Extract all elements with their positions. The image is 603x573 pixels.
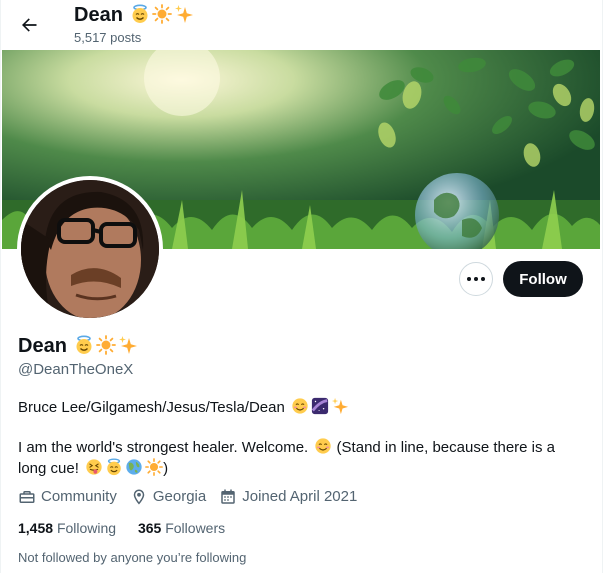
follow-stats: 1,458 Following 365 Followers (18, 519, 243, 537)
followers-count: 365 (137, 520, 162, 536)
sun-emoji (145, 458, 163, 476)
follow-button[interactable]: Follow (503, 261, 583, 297)
location-text: Georgia (152, 488, 207, 505)
bio-line-1: Bruce Lee/Gilgamesh/Jesus/Tesla/Dean (18, 397, 349, 418)
more-horizontal-icon (467, 277, 471, 281)
briefcase-icon (19, 491, 35, 503)
more-options-button[interactable] (459, 262, 493, 296)
profile-meta: Community Georgia Joined April 2021 (18, 487, 370, 507)
bio-text-2: I am the world's strongest healer. Welco… (18, 439, 309, 456)
header-name: Dean (74, 4, 123, 26)
bio-text-1: Bruce Lee/Gilgamesh/Jesus/Tesla/Dean (18, 399, 285, 416)
more-dot (474, 277, 478, 281)
smiling-emoji (292, 398, 308, 414)
category-text[interactable]: Community (41, 487, 117, 507)
joined-text: Joined April 2021 (242, 488, 358, 505)
avatar-image (21, 180, 159, 318)
following-count: 1,458 (18, 520, 54, 536)
profile-handle: @DeanTheOneX (18, 361, 134, 378)
halo-smile-emoji (132, 4, 148, 23)
bio-line-2: I am the world's strongest healer. Welco… (18, 437, 586, 479)
sun-emoji (96, 335, 117, 355)
followers-label: Followers (165, 520, 226, 536)
sun-emoji (152, 4, 173, 24)
back-button[interactable] (12, 8, 46, 42)
bio-text-2c: ) (163, 460, 169, 477)
header-title: Dean (74, 3, 194, 27)
not-followed-notice: Not followed by anyone you’re following (18, 550, 247, 565)
squinting-tongue-emoji (86, 459, 102, 475)
display-name-text: Dean (18, 335, 67, 357)
sparkles-emoji (175, 5, 194, 23)
calendar-icon (221, 489, 235, 504)
sparkles-emoji (119, 336, 138, 354)
location-item: Georgia (130, 487, 206, 507)
milky-way-emoji (311, 397, 329, 415)
halo-smile-emoji (107, 458, 121, 476)
following-link[interactable]: 1,458 Following (18, 520, 116, 536)
joined-item: Joined April 2021 (219, 487, 357, 507)
profile-avatar[interactable] (17, 176, 163, 322)
category-item: Community (18, 487, 117, 507)
posts-count: 5,517 posts (74, 30, 142, 45)
following-label: Following (56, 520, 117, 536)
arrow-left-icon (22, 18, 37, 32)
profile-header-bar: Dean 5,517 posts (0, 0, 603, 50)
sparkles-emoji (331, 397, 349, 415)
halo-smile-emoji (76, 335, 92, 354)
smiling-emoji (315, 438, 332, 454)
more-dot (481, 277, 485, 281)
location-pin-icon (133, 489, 145, 505)
followers-link[interactable]: 365 Followers (138, 520, 225, 536)
globe-emoji (126, 459, 142, 475)
profile-display-name: Dean (18, 333, 138, 359)
